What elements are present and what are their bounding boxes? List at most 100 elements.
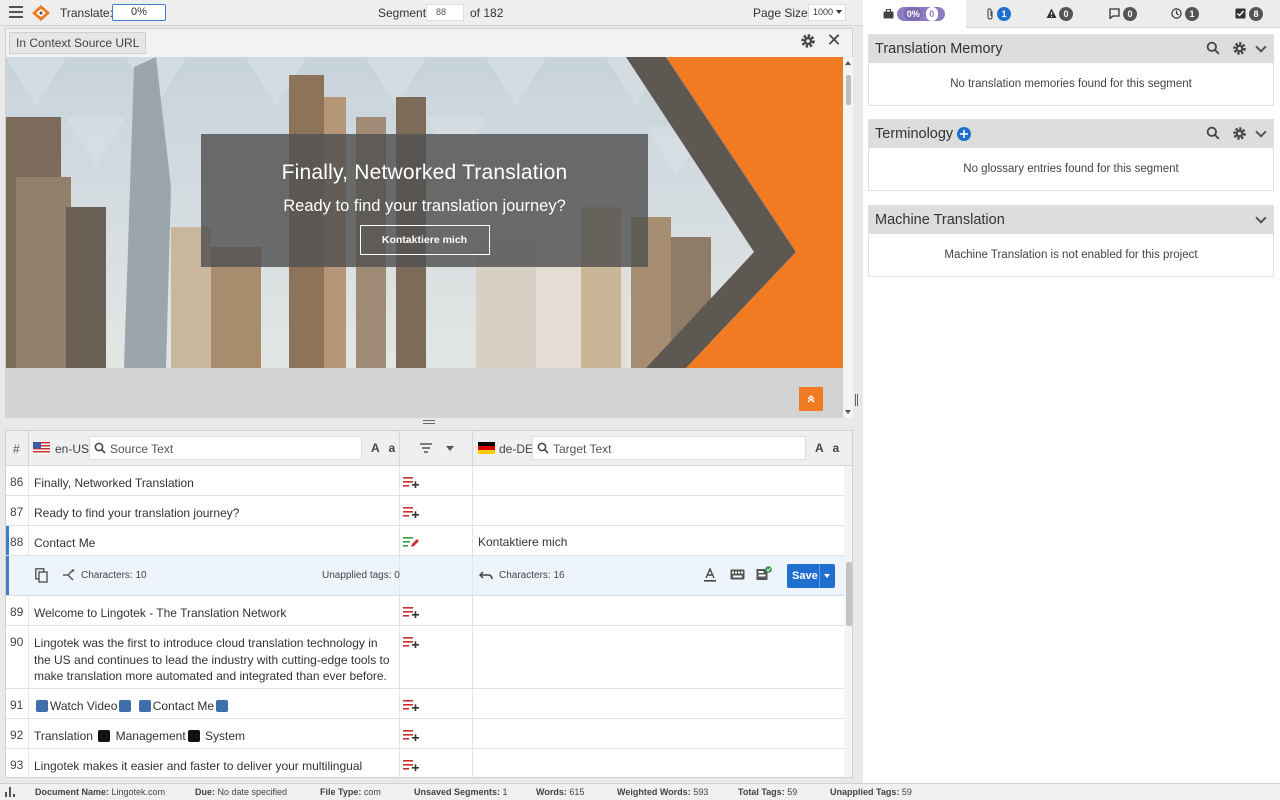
gear-icon[interactable] xyxy=(800,33,816,49)
source-page-preview: Finally, Networked Translation Ready to … xyxy=(6,57,843,368)
segment-row-90[interactable]: 90 Lingotek was the first to introduce c… xyxy=(6,626,844,689)
segment-row-88[interactable]: 88 Contact Me Kontaktiere mich xyxy=(6,526,844,556)
tab-progress[interactable]: 0% 0 0 xyxy=(863,0,966,33)
translate-progress: 0% xyxy=(112,4,166,21)
tag-icon[interactable] xyxy=(36,700,48,712)
page-size-select[interactable]: 1000 xyxy=(808,4,846,21)
warnings-count: 0 xyxy=(1059,7,1073,21)
target-case-toggle[interactable]: A a xyxy=(815,441,842,455)
segment-row-93[interactable]: 93 Lingotek makes it easier and faster t… xyxy=(6,749,844,777)
segment-number: 91 xyxy=(10,698,24,712)
gear-icon[interactable] xyxy=(1232,41,1247,56)
chevron-down-icon[interactable] xyxy=(1255,126,1267,138)
in-context-url-tab[interactable]: In Context Source URL xyxy=(9,32,147,54)
tag-icon[interactable] xyxy=(119,700,132,712)
add-translation-icon[interactable] xyxy=(403,476,419,488)
save-button-label: Save xyxy=(792,570,818,582)
search-icon[interactable] xyxy=(1206,126,1220,140)
segment-row-92[interactable]: 92 Translation Management System xyxy=(6,719,844,749)
add-translation-icon[interactable] xyxy=(403,606,419,618)
tag-icon[interactable] xyxy=(187,730,200,742)
save-button[interactable]: Save xyxy=(787,564,835,588)
target-text[interactable]: Kontaktiere mich xyxy=(478,535,567,549)
weighted-words-count: 593 xyxy=(693,787,709,797)
close-icon[interactable]: ✕ xyxy=(826,31,842,49)
scrollbar-thumb[interactable] xyxy=(846,562,852,626)
add-translation-icon[interactable] xyxy=(403,699,419,711)
add-translation-icon[interactable] xyxy=(403,729,419,741)
undo-icon[interactable] xyxy=(479,570,493,580)
tag-icon[interactable] xyxy=(216,700,229,712)
edit-translation-icon[interactable] xyxy=(403,536,419,548)
scroll-up-icon[interactable] xyxy=(845,61,851,65)
text-format-icon[interactable] xyxy=(704,568,716,582)
unapplied-tags-count: Unapplied tags: 0 xyxy=(322,570,400,581)
filter-icon[interactable] xyxy=(419,442,433,454)
page-size-label: Page Size: xyxy=(753,6,812,20)
in-context-preview: In Context Source URL ✕ Finally, Network… xyxy=(5,28,853,418)
file-type: com xyxy=(363,787,381,797)
active-segment-toolbar: Characters: 10 Unapplied tags: 0 Charact… xyxy=(6,556,844,596)
source-text-part: Contact Me xyxy=(152,699,215,713)
panel-header[interactable]: Terminology xyxy=(869,120,1273,148)
panel-header[interactable]: Translation Memory xyxy=(869,35,1273,63)
progress-percent: 0% xyxy=(904,7,923,21)
filter-dropdown-icon[interactable] xyxy=(446,446,454,451)
tag-icon[interactable] xyxy=(138,700,151,712)
segment-row-89[interactable]: 89 Welcome to Lingotek - The Translation… xyxy=(6,596,844,626)
scrollbar-thumb[interactable] xyxy=(846,75,851,105)
qa-check-icon[interactable] xyxy=(756,566,772,581)
segment-row-87[interactable]: 87 Ready to find your translation journe… xyxy=(6,496,844,526)
unapplied-tags-count: 59 xyxy=(901,787,912,797)
panel-title: Terminology xyxy=(875,126,954,142)
panel-header[interactable]: Machine Translation xyxy=(869,206,1273,234)
side-panel-tabs: 0% 0 0 1 0 0 1 8 xyxy=(863,0,1280,33)
segment-input[interactable]: 88 xyxy=(426,4,464,21)
lingotek-logo-icon xyxy=(32,5,50,21)
source-text: Contact Me xyxy=(34,536,96,550)
attachments-count: 1 xyxy=(997,7,1011,21)
gear-icon[interactable] xyxy=(1232,126,1247,141)
target-language: de-DE xyxy=(499,442,534,456)
progress-count: 0 xyxy=(918,23,924,33)
segment-rows: 86 Finally, Networked Translation 87 Rea… xyxy=(6,466,844,777)
tab-attachments[interactable]: 1 xyxy=(966,0,1036,28)
search-icon[interactable] xyxy=(1206,41,1220,55)
add-translation-icon[interactable] xyxy=(403,759,419,771)
tag-icon[interactable] xyxy=(98,730,111,742)
scroll-down-icon[interactable] xyxy=(845,410,851,414)
source-text-search[interactable]: Source Text xyxy=(89,436,362,460)
copy-source-icon[interactable] xyxy=(35,568,48,583)
source-text: Ready to find your translation journey? xyxy=(34,506,240,520)
target-text-search[interactable]: Target Text xyxy=(532,436,806,460)
add-translation-icon[interactable] xyxy=(403,506,419,518)
horizontal-splitter-handle[interactable] xyxy=(423,420,435,426)
tab-tasks[interactable]: 8 xyxy=(1222,0,1280,28)
preview-scrollbar[interactable] xyxy=(844,57,853,418)
vertical-splitter-handle[interactable] xyxy=(855,394,859,406)
hamburger-menu-icon[interactable] xyxy=(9,6,23,18)
history-count: 1 xyxy=(1185,7,1199,21)
segment-row-91[interactable]: 91 Watch Video Contact Me xyxy=(6,689,844,719)
hero-contact-button[interactable]: Kontaktiere mich xyxy=(359,225,490,255)
add-term-icon[interactable] xyxy=(957,127,971,141)
total-tags-count: 59 xyxy=(787,787,798,797)
source-case-toggle[interactable]: A a xyxy=(371,441,398,455)
segment-label: Segment xyxy=(378,6,427,20)
keyboard-icon[interactable] xyxy=(730,569,745,580)
chevron-down-icon[interactable] xyxy=(824,574,830,578)
scroll-to-top-button[interactable] xyxy=(799,387,823,411)
target-character-count: Characters: 16 xyxy=(499,570,565,581)
chevron-down-icon[interactable] xyxy=(1255,212,1267,224)
branch-icon[interactable] xyxy=(62,569,75,581)
chevron-down-icon[interactable] xyxy=(1255,41,1267,53)
segment-number: 90 xyxy=(10,635,24,649)
tab-warnings[interactable]: 0 xyxy=(1036,0,1098,28)
grid-scrollbar[interactable] xyxy=(844,466,852,777)
stats-icon[interactable] xyxy=(5,787,17,797)
tab-history[interactable]: 1 xyxy=(1160,0,1222,28)
tab-comments[interactable]: 0 xyxy=(1098,0,1160,28)
add-translation-icon[interactable] xyxy=(403,636,419,648)
segment-row-86[interactable]: 86 Finally, Networked Translation xyxy=(6,466,844,496)
comment-icon xyxy=(1109,8,1120,19)
